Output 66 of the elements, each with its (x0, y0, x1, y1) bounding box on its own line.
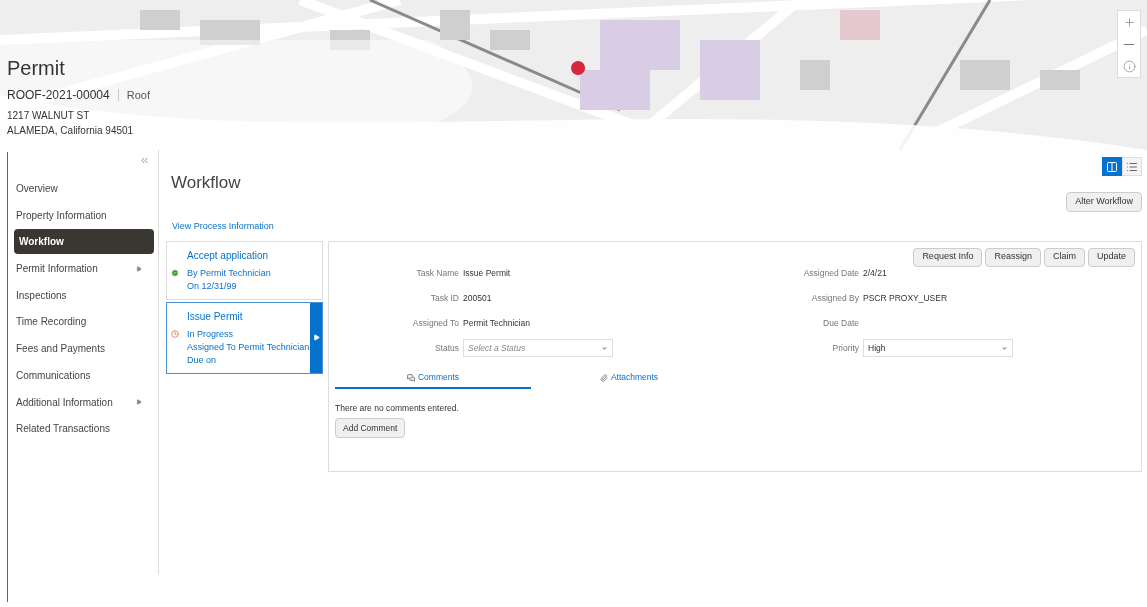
field-label: Assigned By (810, 291, 860, 305)
sidebar-item[interactable]: Time Recording (14, 309, 154, 335)
sidebar-item[interactable]: Communications (14, 362, 154, 388)
field-value: PSCR PROXY_USER (863, 291, 948, 305)
tab[interactable]: Comments (335, 368, 531, 389)
sidebar-item[interactable]: Fees and Payments (14, 336, 154, 362)
zoom-in-icon (1122, 15, 1136, 29)
field-label: Task Name (415, 266, 460, 280)
field-label: Task ID (429, 291, 460, 305)
field-label: Due Date (822, 316, 860, 330)
sidebar-item[interactable]: Permit Information (14, 256, 154, 282)
field-value: Permit Technician (463, 316, 530, 330)
permit-type: Roof (126, 87, 150, 103)
dropdown-icon (1001, 344, 1008, 352)
list-view-button[interactable] (1122, 157, 1142, 176)
workflow-step-card[interactable]: Issue Permit In Progress Assigned To Permit Technician Due on (166, 301, 323, 374)
step-detail: Assigned To Permit Technician (187, 340, 310, 354)
sidebar-item[interactable]: Property Information (14, 202, 154, 228)
add-comment-button[interactable]: Add Comment (335, 418, 406, 439)
collapse-icon[interactable] (139, 155, 150, 166)
task-action-button[interactable]: Claim (1043, 247, 1085, 267)
arrow-icon (312, 334, 320, 341)
sidebar-item[interactable]: Related Transactions (14, 416, 154, 442)
task-action-button[interactable]: Request Info (913, 247, 983, 267)
step-detail: By Permit Technician (187, 266, 271, 280)
step-detail: On 12/31/99 (187, 279, 237, 293)
field-value: 2/4/21 (863, 266, 887, 280)
workflow-step-card[interactable]: Accept application By Permit Technician On 12/31/99 (166, 240, 323, 300)
sidebar-item[interactable]: Overview (14, 176, 154, 201)
sidebar-item[interactable]: Additional Information (14, 389, 154, 415)
field-label: Assigned To (411, 316, 460, 330)
clock-icon (171, 330, 179, 338)
info-icon (1122, 59, 1136, 73)
field-value: 200501 (463, 291, 492, 305)
empty-message: There are no comments entered. (335, 401, 460, 415)
sidebar-item[interactable]: Workflow (14, 229, 154, 255)
address-line: ALAMEDA, California 94501 (7, 124, 135, 138)
step-detail: Due on (187, 353, 217, 367)
step-title: Issue Permit (187, 309, 244, 324)
alter-workflow-button[interactable]: Alter Workflow (1066, 192, 1142, 212)
step-detail: In Progress (187, 327, 234, 341)
dropdown-icon (601, 344, 608, 352)
dropdown-field[interactable]: Select a Status (463, 339, 613, 357)
submenu-icon (136, 265, 142, 272)
check-icon (171, 269, 179, 277)
section-title: Workflow (171, 172, 241, 194)
field-label: Priority (831, 341, 860, 355)
task-action-button[interactable]: Update (1087, 247, 1135, 267)
tab[interactable]: Attachments (531, 368, 727, 389)
sidebar-item[interactable]: Inspections (14, 282, 154, 308)
dropdown-field[interactable]: High (863, 339, 1013, 357)
page-heading: Permit (7, 56, 66, 81)
field-label: Status (433, 341, 460, 355)
field-value: Issue Permit (463, 266, 511, 280)
permit-number: ROOF-2021-00004 (7, 87, 110, 104)
chat-bubbles-icon (406, 373, 415, 382)
columns-icon (1106, 160, 1118, 173)
field-label: Assigned Date (802, 266, 860, 280)
address-line: 1217 WALNUT ST (7, 109, 91, 123)
task-action-button[interactable]: Reassign (985, 247, 1041, 267)
submenu-icon (136, 399, 142, 405)
column-view-button[interactable] (1102, 157, 1122, 176)
step-title: Accept application (187, 248, 270, 263)
list-icon (1126, 160, 1138, 173)
paperclip-icon (599, 373, 608, 382)
process-link[interactable]: View Process Information (172, 220, 1142, 234)
